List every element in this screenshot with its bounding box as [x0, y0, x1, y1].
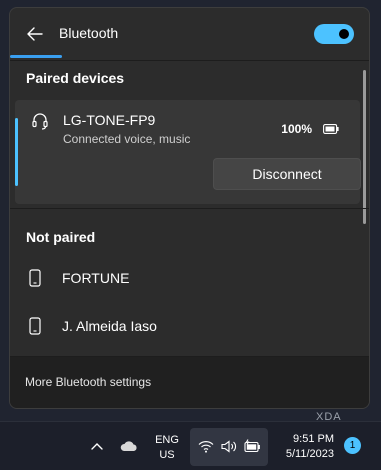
language-indicator[interactable]: ENG US: [152, 433, 182, 463]
page-title: Bluetooth: [59, 25, 119, 41]
battery-level: 100%: [281, 122, 339, 136]
phone-icon: [29, 317, 41, 335]
divider: [10, 60, 369, 61]
volume-icon: [221, 440, 236, 453]
divider: [10, 208, 369, 209]
toggle-knob: [339, 29, 349, 39]
onedrive-cloud-icon: [120, 441, 137, 451]
battery-icon: [323, 124, 339, 134]
clock-time: 9:51 PM: [293, 433, 334, 445]
show-hidden-icons-button[interactable]: [88, 437, 106, 455]
device-name: FORTUNE: [62, 270, 130, 286]
back-button[interactable]: [22, 21, 48, 47]
header-accent-line: [10, 55, 62, 58]
device-status: Connected voice, music: [63, 132, 191, 146]
bluetooth-toggle[interactable]: [314, 24, 354, 44]
not-paired-heading: Not paired: [26, 229, 96, 245]
desktop: Bluetooth Paired devices LG-TONE-FP9 Con…: [0, 0, 381, 470]
scrollbar[interactable]: [363, 70, 366, 224]
phone-icon: [29, 269, 41, 287]
disconnect-button[interactable]: Disconnect: [213, 158, 361, 190]
device-name: LG-TONE-FP9: [63, 112, 156, 128]
flyout-header: Bluetooth: [10, 8, 369, 60]
region-code: US: [159, 449, 175, 461]
paired-device-card[interactable]: LG-TONE-FP9 Connected voice, music 100% …: [15, 100, 361, 204]
paired-devices-heading: Paired devices: [26, 70, 125, 86]
notification-badge[interactable]: 1: [344, 437, 361, 454]
clock-date: 5/11/2023: [285, 448, 334, 460]
connected-indicator: [15, 118, 18, 186]
more-bluetooth-settings-link[interactable]: More Bluetooth settings: [25, 375, 151, 389]
list-item-unpaired-device[interactable]: J. Almeida Iaso: [10, 304, 369, 348]
quick-settings-button[interactable]: [190, 428, 268, 466]
flyout-footer: More Bluetooth settings: [10, 356, 369, 408]
list-item-unpaired-device[interactable]: FORTUNE: [10, 256, 369, 300]
battery-percent: 100%: [281, 122, 312, 136]
chevron-up-icon: [91, 443, 103, 450]
wifi-icon: [198, 441, 214, 453]
headset-icon: [32, 113, 48, 130]
language-code: ENG: [155, 434, 179, 446]
device-name: J. Almeida Iaso: [62, 318, 157, 334]
taskbar: ENG US 9:51 PM 5/11/2023 1: [0, 421, 381, 470]
bluetooth-flyout: Bluetooth Paired devices LG-TONE-FP9 Con…: [9, 7, 370, 409]
onedrive-button[interactable]: [118, 437, 140, 455]
battery-charging-icon: [244, 439, 260, 453]
back-arrow-icon: [27, 27, 43, 41]
clock[interactable]: 9:51 PM 5/11/2023: [276, 432, 334, 462]
